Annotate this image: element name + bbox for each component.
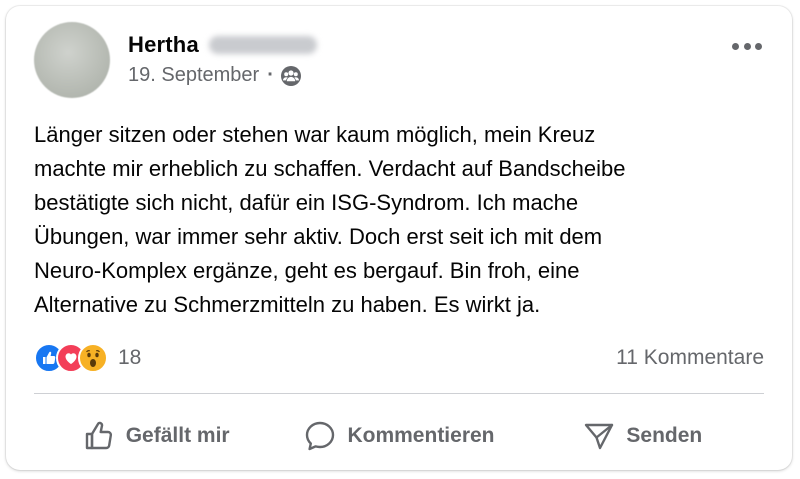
more-dot-icon — [732, 42, 739, 50]
avatar[interactable] — [34, 22, 110, 98]
reactions-summary[interactable]: 18 — [34, 343, 141, 373]
comment-button[interactable]: Kommentieren — [277, 410, 520, 462]
comment-icon — [306, 421, 335, 451]
reaction-count: 18 — [118, 346, 142, 369]
post-text: Länger sitzen oder stehen war kaum mögli… — [34, 122, 626, 317]
author-row: Hertha — [128, 32, 317, 58]
send-icon — [585, 423, 614, 450]
author-surname-blurred — [208, 36, 317, 54]
wow-reaction-icon — [78, 343, 108, 373]
more-options-button[interactable] — [732, 38, 762, 54]
comment-label: Kommentieren — [347, 424, 495, 447]
send-label: Senden — [626, 424, 703, 447]
like-label: Gefällt mir — [125, 424, 230, 447]
author-name[interactable]: Hertha — [128, 32, 199, 58]
post-meta: 19. September · — [128, 64, 302, 87]
comments-count-link[interactable]: 11 Kommentare — [616, 346, 764, 370]
post-card: Hertha 19. September · Länger sitzen ode… — [6, 6, 792, 470]
divider — [34, 393, 764, 394]
action-bar: Gefällt mir Kommentieren Senden — [34, 410, 764, 462]
send-button[interactable]: Senden — [521, 410, 764, 462]
thumbs-up-icon — [85, 421, 112, 450]
more-dot-icon — [743, 42, 751, 50]
meta-separator: · — [267, 64, 274, 86]
more-dot-icon — [755, 42, 762, 50]
like-button[interactable]: Gefällt mir — [34, 410, 277, 462]
post-date[interactable]: 19. September — [128, 64, 259, 87]
group-icon[interactable] — [280, 65, 302, 87]
